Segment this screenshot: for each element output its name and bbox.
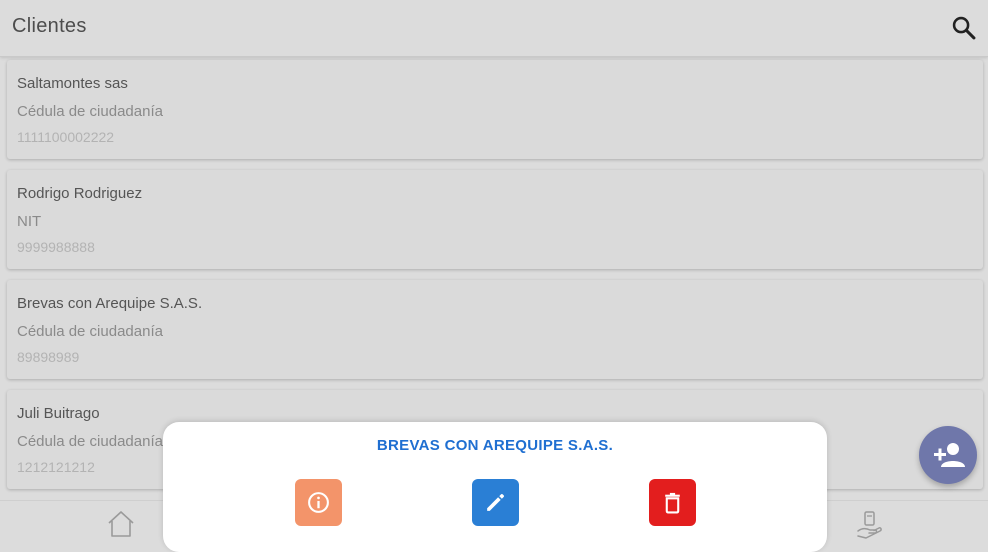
client-doc-number: 9999988888 (17, 239, 95, 255)
client-actions-sheet: BREVAS CON AREQUIPE S.A.S. (163, 422, 827, 552)
client-name: Saltamontes sas (17, 75, 128, 92)
client-name: Brevas con Arequipe S.A.S. (17, 295, 203, 312)
home-icon[interactable] (106, 509, 136, 539)
client-doc-number: 1111100002222 (17, 129, 115, 145)
add-client-button[interactable] (919, 426, 977, 484)
client-card[interactable]: Rodrigo Rodriguez NIT 9999988888 (7, 170, 983, 269)
client-name: Juli Buitrago (17, 405, 100, 422)
app-bar: Clientes (0, 0, 988, 57)
client-doc-type: Cédula de ciudadanía (17, 323, 163, 340)
info-button[interactable] (295, 479, 342, 526)
client-doc-type: Cédula de ciudadanía (17, 103, 163, 120)
client-doc-type: NIT (17, 213, 42, 230)
client-card[interactable]: Brevas con Arequipe S.A.S. Cédula de ciu… (7, 280, 983, 379)
hand-payment-icon[interactable] (854, 509, 886, 541)
delete-button[interactable] (649, 479, 696, 526)
page-title: Clientes (12, 15, 87, 37)
sheet-title: BREVAS CON AREQUIPE S.A.S. (376, 437, 614, 454)
client-card[interactable]: Saltamontes sas Cédula de ciudadanía 111… (7, 60, 983, 159)
client-name: Rodrigo Rodriguez (17, 185, 143, 202)
client-doc-number: 89898989 (17, 349, 80, 365)
client-doc-type: Cédula de ciudadanía (17, 433, 163, 450)
search-icon[interactable] (950, 14, 978, 42)
client-doc-number: 1212121212 (17, 459, 95, 475)
edit-button[interactable] (472, 479, 519, 526)
